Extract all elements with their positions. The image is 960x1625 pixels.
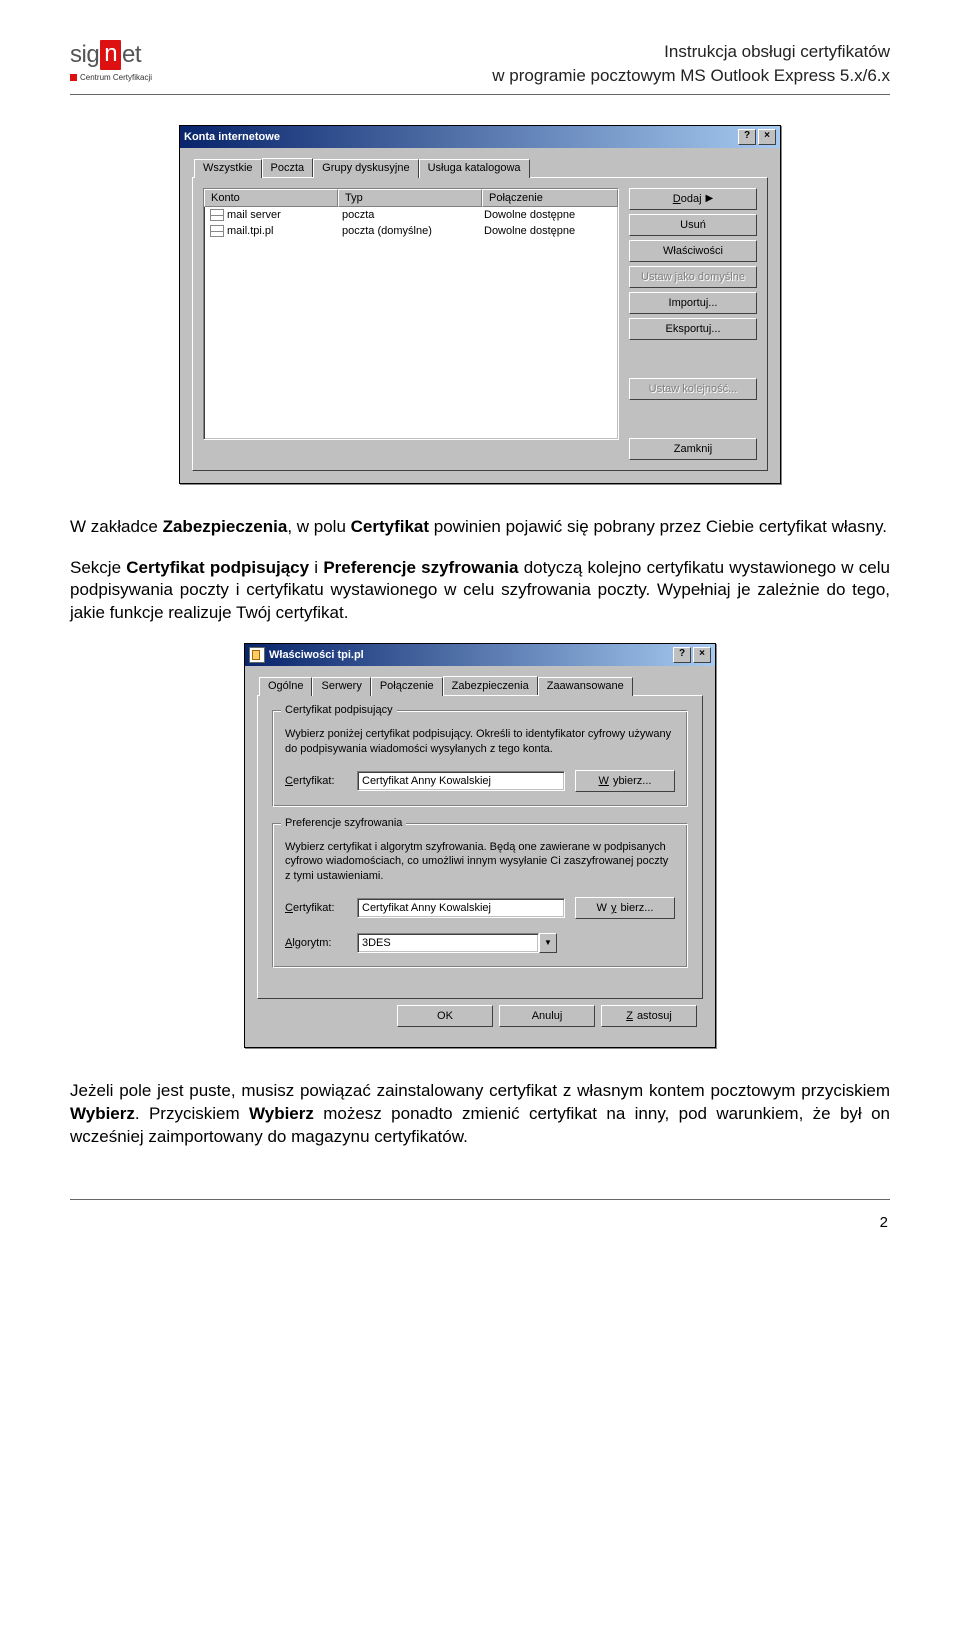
mail-icon [210,209,224,221]
footer-rule [70,1199,890,1210]
signing-cert-field[interactable]: Certyfikat Anny Kowalskiej [357,771,565,791]
help-icon[interactable] [738,129,756,145]
set-order-button: Ustaw kolejność... [629,378,757,400]
list-item[interactable]: mail.tpi.pl poczta (domyślne) Dowolne do… [204,223,618,239]
cancel-button[interactable]: Anuluj [499,1005,595,1027]
tab-mail[interactable]: Poczta [262,158,314,177]
props-titlebar: Właściwości tpi.pl [245,644,715,666]
tab-servers[interactable]: Serwery [312,677,370,696]
signing-legend: Certyfikat podpisujący [281,704,397,716]
doc-title-line1: Instrukcja obsługi certyfikatów [210,40,890,64]
enc-legend: Preferencje szyfrowania [281,817,406,829]
props-tabs: Ogólne Serwery Połączenie Zabezpieczenia… [259,676,703,695]
doc-title: Instrukcja obsługi certyfikatów w progra… [210,40,890,88]
add-button[interactable]: Dodaj ▶ [629,188,757,210]
enc-cert-field[interactable]: Certyfikat Anny Kowalskiej [357,898,565,918]
tab-all[interactable]: Wszystkie [194,159,262,178]
signing-cert-group: Certyfikat podpisujący Wybierz poniżej c… [272,710,688,807]
col-type[interactable]: Typ [338,189,482,207]
accounts-list[interactable]: Konto Typ Połączenie mail server poczta … [203,188,619,440]
close-icon[interactable] [693,647,711,663]
encryption-pref-group: Preferencje szyfrowania Wybierz certyfik… [272,823,688,968]
col-account[interactable]: Konto [204,189,338,207]
props-title: Właściwości tpi.pl [269,649,364,661]
help-icon[interactable] [673,647,691,663]
list-item[interactable]: mail server poczta Dowolne dostępne [204,207,618,223]
tab-security[interactable]: Zabezpieczenia [443,676,538,695]
close-button[interactable]: Zamknij [629,438,757,460]
tab-general[interactable]: Ogólne [259,677,312,696]
logo-square-icon [70,74,77,81]
enc-cert-label: Certyfikat: [285,902,347,914]
properties-dialog: Właściwości tpi.pl Ogólne Serwery Połącz… [244,643,716,1047]
logo-subtitle: Centrum Certyfikacji [80,73,152,82]
set-default-button: Ustaw jako domyślne [629,266,757,288]
accounts-title: Konta internetowe [184,131,280,143]
chevron-down-icon[interactable]: ▼ [539,933,557,953]
paragraph-1: W zakładce Zabezpieczenia, w polu Certyf… [70,516,890,539]
import-button[interactable]: Importuj... [629,292,757,314]
logo-text-2: et [122,41,141,69]
accounts-tabs: Wszystkie Poczta Grupy dyskusyjne Usługa… [194,158,768,177]
ok-button[interactable]: OK [397,1005,493,1027]
chevron-right-icon: ▶ [706,193,714,204]
properties-button[interactable]: Właściwości [629,240,757,262]
close-icon[interactable] [758,129,776,145]
signing-choose-button[interactable]: Wybierz... [575,770,675,792]
tab-advanced[interactable]: Zaawansowane [538,677,633,696]
tab-connection[interactable]: Połączenie [371,677,443,696]
algo-label: Algorytm: [285,937,347,949]
logo-highlight: n [100,40,121,70]
export-button[interactable]: Eksportuj... [629,318,757,340]
doc-title-line2: w programie pocztowym MS Outlook Express… [210,64,890,88]
logo-text: sig [70,41,99,69]
tab-news[interactable]: Grupy dyskusyjne [313,159,418,178]
paragraph-2: Sekcje Certyfikat podpisujący i Preferen… [70,557,890,626]
algorithm-combo[interactable]: 3DES ▼ [357,933,557,953]
accounts-titlebar: Konta internetowe [180,126,780,148]
paragraph-3: Jeżeli pole jest puste, musisz powiązać … [70,1080,890,1149]
col-connection[interactable]: Połączenie [482,189,618,207]
apply-button[interactable]: Zastosuj [601,1005,697,1027]
algo-value: 3DES [357,933,539,953]
window-icon [249,647,265,663]
signing-cert-label: Certyfikat: [285,775,347,787]
remove-button[interactable]: Usuń [629,214,757,236]
doc-header: signet Centrum Certyfikacji Instrukcja o… [70,40,890,95]
accounts-dialog: Konta internetowe Wszystkie Poczta Grupy… [179,125,781,484]
tab-directory[interactable]: Usługa katalogowa [419,159,530,178]
enc-desc: Wybierz certyfikat i algorytm szyfrowani… [285,840,675,883]
signing-desc: Wybierz poniżej certyfikat podpisujący. … [285,727,675,756]
logo: signet Centrum Certyfikacji [70,40,200,82]
mail-icon [210,225,224,237]
page-number: 2 [70,1214,890,1231]
enc-choose-button[interactable]: Wybierz... [575,897,675,919]
